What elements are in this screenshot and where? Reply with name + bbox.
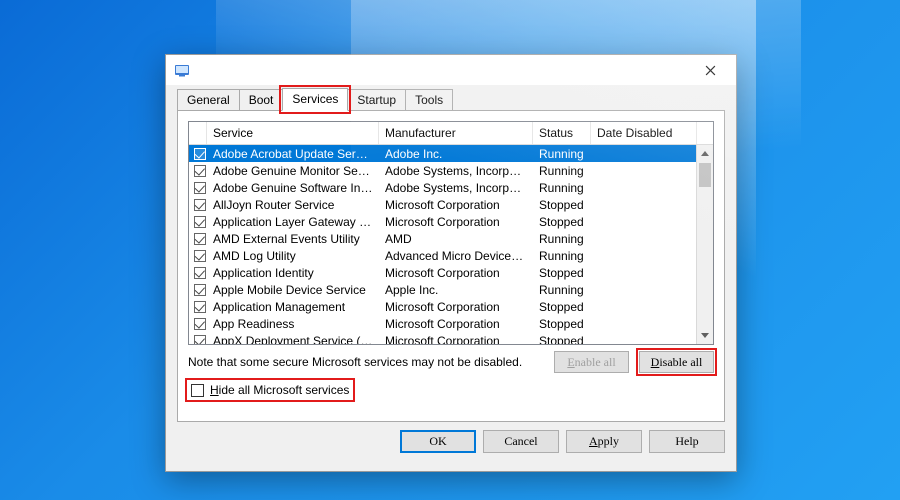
- table-row[interactable]: Application Layer Gateway ServiceMicroso…: [189, 213, 713, 230]
- table-row[interactable]: Application ManagementMicrosoft Corporat…: [189, 298, 713, 315]
- col-manufacturer[interactable]: Manufacturer: [379, 122, 533, 144]
- cell-service: Application Layer Gateway Service: [207, 215, 379, 229]
- table-row[interactable]: Adobe Acrobat Update ServiceAdobe Inc.Ru…: [189, 145, 713, 162]
- tab-general[interactable]: General: [177, 89, 240, 111]
- hide-ms-services-label[interactable]: Hide all Microsoft services: [210, 383, 349, 397]
- tab-strip: General Boot Services Startup Tools: [166, 85, 736, 110]
- cell-manufacturer: Microsoft Corporation: [379, 317, 533, 331]
- row-checkbox[interactable]: [193, 318, 207, 330]
- cell-status: Running: [533, 147, 591, 161]
- tab-tools[interactable]: Tools: [405, 89, 453, 111]
- table-row[interactable]: AMD External Events UtilityAMDRunning: [189, 230, 713, 247]
- cell-service: AllJoyn Router Service: [207, 198, 379, 212]
- hide-ms-services-wrapper: Hide all Microsoft services: [188, 381, 352, 399]
- list-header: Service Manufacturer Status Date Disable…: [189, 122, 713, 145]
- cell-manufacturer: Microsoft Corporation: [379, 300, 533, 314]
- row-checkbox[interactable]: [193, 301, 207, 313]
- cell-service: Application Identity: [207, 266, 379, 280]
- apply-button[interactable]: Apply: [566, 430, 642, 453]
- row-checkbox[interactable]: [193, 284, 207, 296]
- scroll-up-button[interactable]: [697, 145, 713, 162]
- table-row[interactable]: App ReadinessMicrosoft CorporationStoppe…: [189, 315, 713, 332]
- cancel-button[interactable]: Cancel: [483, 430, 559, 453]
- cell-status: Running: [533, 181, 591, 195]
- cell-service: Adobe Genuine Monitor Service: [207, 164, 379, 178]
- chevron-up-icon: [701, 151, 709, 156]
- cell-service: Adobe Acrobat Update Service: [207, 147, 379, 161]
- cell-status: Running: [533, 283, 591, 297]
- table-row[interactable]: Apple Mobile Device ServiceApple Inc.Run…: [189, 281, 713, 298]
- help-button[interactable]: Help: [649, 430, 725, 453]
- cell-manufacturer: Microsoft Corporation: [379, 266, 533, 280]
- table-row[interactable]: AllJoyn Router ServiceMicrosoft Corporat…: [189, 196, 713, 213]
- scroll-thumb[interactable]: [699, 163, 711, 187]
- services-panel: Service Manufacturer Status Date Disable…: [177, 110, 725, 422]
- table-row[interactable]: Application IdentityMicrosoft Corporatio…: [189, 264, 713, 281]
- row-checkbox[interactable]: [193, 199, 207, 211]
- cell-status: Running: [533, 232, 591, 246]
- disabled-note: Note that some secure Microsoft services…: [188, 355, 544, 369]
- row-checkbox[interactable]: [193, 335, 207, 345]
- dialog-buttons: OK Cancel Apply Help: [166, 430, 736, 463]
- cell-manufacturer: Adobe Inc.: [379, 147, 533, 161]
- scroll-down-button[interactable]: [697, 327, 713, 344]
- table-row[interactable]: Adobe Genuine Monitor ServiceAdobe Syste…: [189, 162, 713, 179]
- tab-services[interactable]: Services: [282, 88, 348, 111]
- enable-all-button[interactable]: Enable all: [554, 351, 629, 373]
- ok-button[interactable]: OK: [400, 430, 476, 453]
- cell-service: Application Management: [207, 300, 379, 314]
- chevron-down-icon: [701, 333, 709, 338]
- cell-manufacturer: Microsoft Corporation: [379, 198, 533, 212]
- col-status[interactable]: Status: [533, 122, 591, 144]
- row-checkbox[interactable]: [193, 148, 207, 160]
- app-icon: [174, 62, 190, 78]
- cell-manufacturer: Advanced Micro Devices, I...: [379, 249, 533, 263]
- cell-status: Stopped: [533, 198, 591, 212]
- row-checkbox[interactable]: [193, 233, 207, 245]
- titlebar[interactable]: [166, 55, 736, 85]
- cell-status: Stopped: [533, 300, 591, 314]
- cell-service: AMD Log Utility: [207, 249, 379, 263]
- msconfig-window: General Boot Services Startup Tools Serv…: [165, 54, 737, 472]
- close-icon: [705, 65, 716, 76]
- tab-startup[interactable]: Startup: [347, 89, 406, 111]
- cell-service: Adobe Genuine Software Integri...: [207, 181, 379, 195]
- tab-boot[interactable]: Boot: [239, 89, 284, 111]
- cell-status: Running: [533, 249, 591, 263]
- disable-all-button[interactable]: Disable all: [639, 351, 714, 373]
- cell-service: App Readiness: [207, 317, 379, 331]
- cell-manufacturer: Microsoft Corporation: [379, 215, 533, 229]
- cell-manufacturer: Adobe Systems, Incorpora...: [379, 164, 533, 178]
- cell-status: Stopped: [533, 215, 591, 229]
- cell-service: AppX Deployment Service (AppX...: [207, 334, 379, 345]
- cell-manufacturer: AMD: [379, 232, 533, 246]
- row-checkbox[interactable]: [193, 267, 207, 279]
- row-checkbox[interactable]: [193, 216, 207, 228]
- cell-status: Stopped: [533, 266, 591, 280]
- hide-ms-services-checkbox[interactable]: [191, 384, 204, 397]
- cell-service: AMD External Events Utility: [207, 232, 379, 246]
- cell-status: Running: [533, 164, 591, 178]
- close-button[interactable]: [690, 56, 730, 84]
- cell-status: Stopped: [533, 334, 591, 345]
- scrollbar[interactable]: [696, 145, 713, 344]
- row-checkbox[interactable]: [193, 165, 207, 177]
- cell-manufacturer: Microsoft Corporation: [379, 334, 533, 345]
- cell-status: Stopped: [533, 317, 591, 331]
- list-body[interactable]: Adobe Acrobat Update ServiceAdobe Inc.Ru…: [189, 145, 713, 344]
- row-checkbox[interactable]: [193, 250, 207, 262]
- row-checkbox[interactable]: [193, 182, 207, 194]
- cell-service: Apple Mobile Device Service: [207, 283, 379, 297]
- cell-manufacturer: Adobe Systems, Incorpora...: [379, 181, 533, 195]
- table-row[interactable]: AMD Log UtilityAdvanced Micro Devices, I…: [189, 247, 713, 264]
- services-list[interactable]: Service Manufacturer Status Date Disable…: [188, 121, 714, 345]
- table-row[interactable]: Adobe Genuine Software Integri...Adobe S…: [189, 179, 713, 196]
- table-row[interactable]: AppX Deployment Service (AppX...Microsof…: [189, 332, 713, 344]
- col-service[interactable]: Service: [207, 122, 379, 144]
- cell-manufacturer: Apple Inc.: [379, 283, 533, 297]
- col-date-disabled[interactable]: Date Disabled: [591, 122, 697, 144]
